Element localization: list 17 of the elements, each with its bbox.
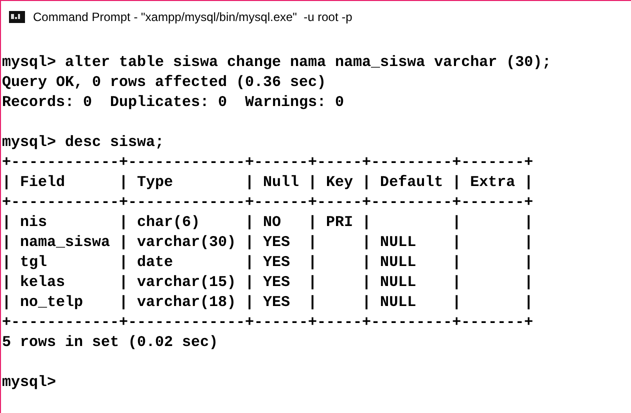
console-line: | Field | Type | Null | Key | Default | Extra | [2,173,534,193]
console-line: +------------+-------------+------+-----+---------+-------+ [2,193,534,213]
console-line: +------------+-------------+------+-----+---------+-------+ [2,313,534,333]
console-line: 5 rows in set (0.02 sec) [2,333,218,353]
window-title: Command Prompt - "xampp/mysql/bin/mysql.exe" -u root -p [33,10,352,24]
console-line: +------------+-------------+------+-----+---------+-------+ [2,153,534,173]
console-line: | tgl | date | YES | | NULL | | [2,253,534,273]
console-icon [9,10,25,22]
console-line: Query OK, 0 rows affected (0.36 sec) [2,73,326,93]
console-line: | kelas | varchar(15) | YES | | NULL | | [2,273,534,293]
console-line: | nis | char(6) | NO | PRI | | | [2,213,534,233]
console-line: | nama_siswa | varchar(30) | YES | | NULL | | [2,233,534,253]
console-line: mysql> alter table siswa change nama nama_siswa varchar (30); [2,53,552,73]
console-line: mysql> desc siswa; [2,133,164,153]
console-line: | no_telp | varchar(18) | YES | | NULL | | [2,293,534,313]
console-line: mysql> [2,373,56,393]
console-line: Records: 0 Duplicates: 0 Warnings: 0 [2,93,344,113]
